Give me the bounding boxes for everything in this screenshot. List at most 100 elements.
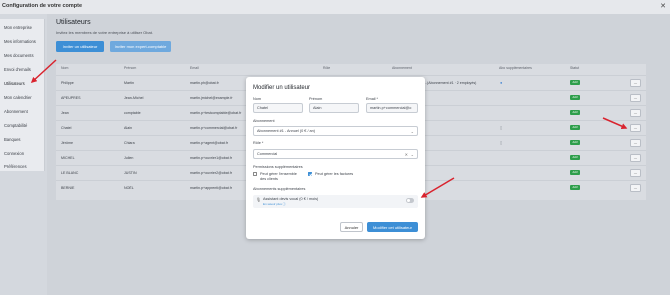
cell-email: martin.p+agent@obat.fr: [190, 141, 228, 145]
column-header-abonnement: Abonnement: [392, 66, 412, 70]
microphone-icon: 🎙: [256, 197, 262, 202]
page-subtitle: Invitez les membres de votre entreprise …: [56, 30, 153, 35]
cell-abonnement: ...(Abonnement #1 · 2 employés): [424, 81, 477, 85]
sidebar-item-calendrier[interactable]: Mon calendrier: [4, 95, 32, 100]
perm-clients-checkbox[interactable]: [253, 172, 257, 176]
cell-prenom: Jean-Michel: [124, 96, 144, 100]
cell-nom: Jean: [61, 111, 69, 115]
sidebar-item-utilisateurs[interactable]: Utilisateurs: [4, 81, 25, 86]
clear-icon[interactable]: ✕: [405, 152, 408, 157]
cancel-button[interactable]: Annuler: [340, 222, 363, 232]
column-header-prenom: Prénom: [124, 66, 137, 70]
table-header: Nom Prénom Email Rôle Abonnement Abo sup…: [56, 64, 646, 72]
perm-factures-label: Peut gérer les factures: [315, 172, 354, 176]
row-actions-button[interactable]: ···: [630, 169, 641, 177]
cell-email: martin.ph@obat.fr: [190, 81, 219, 85]
invite-user-button[interactable]: Inviter un utilisateur: [56, 41, 104, 52]
window-titlebar: Configuration de votre compte ✕: [0, 0, 670, 14]
close-icon[interactable]: ✕: [660, 2, 666, 10]
cell-email: martin.p+ouvrier1@obat.fr: [190, 156, 232, 160]
email-label: Email *: [366, 97, 379, 101]
page-title: Utilisateurs: [56, 19, 91, 26]
nom-field[interactable]: Chatel: [253, 103, 303, 113]
addon-toggle[interactable]: [406, 198, 414, 203]
permissions-label: Permissions supplémentaires: [253, 165, 303, 169]
status-badge: Actif: [570, 110, 580, 115]
status-badge: Actif: [570, 155, 580, 160]
cell-prenom: Chiara: [124, 141, 135, 145]
addons-label: Abonnements supplémentaires: [253, 187, 306, 191]
cell-nom: LE BLANC: [61, 171, 79, 175]
cell-nom: MICHEL: [61, 156, 75, 160]
cell-prenom: comptable: [124, 111, 141, 115]
nom-label: Nom: [253, 97, 262, 101]
cell-nom: BERNIE: [61, 186, 75, 190]
status-badge: Actif: [570, 170, 580, 175]
microphone-icon: ●: [500, 80, 503, 85]
row-actions-button[interactable]: ···: [630, 79, 641, 87]
status-badge: Actif: [570, 95, 580, 100]
sidebar-item-preferences[interactable]: Préférences: [4, 164, 27, 169]
row-actions-button[interactable]: ···: [630, 184, 641, 192]
role-label: Rôle *: [253, 141, 264, 145]
role-select[interactable]: Commercial ✕ ⌄: [253, 149, 418, 159]
cell-prenom: Martin: [124, 81, 134, 85]
email-field[interactable]: martin.p+commercial@o: [366, 103, 418, 113]
row-actions-button[interactable]: ···: [630, 154, 641, 162]
abonnement-select[interactable]: Abonnement #1 - Annuel (0 € / an) ⌄: [253, 126, 418, 136]
window-title: Configuration de votre compte: [2, 3, 83, 9]
row-actions-button[interactable]: ···: [630, 124, 641, 132]
column-header-nom: Nom: [61, 66, 69, 70]
status-badge: Actif: [570, 140, 580, 145]
cell-nom: APEUPRES: [61, 96, 81, 100]
abonnement-label: Abonnement: [253, 119, 275, 123]
cell-prenom: Alain: [124, 126, 132, 130]
perm-factures-checkbox[interactable]: [308, 172, 312, 176]
status-badge: Actif: [570, 125, 580, 130]
prenom-label: Prénom: [309, 97, 323, 101]
column-header-statut: Statut: [570, 66, 580, 70]
sidebar-item-entreprise[interactable]: Mon entreprise: [4, 25, 32, 30]
sidebar-item-informations[interactable]: Mes informations: [4, 39, 36, 44]
sidebar: Mon entreprise Mes informations Mes docu…: [0, 19, 45, 171]
cell-nom: Philippe: [61, 81, 74, 85]
perm-clients-label-2: des clients: [260, 177, 278, 181]
row-actions-button[interactable]: ···: [630, 94, 641, 102]
abonnement-value: Abonnement #1 - Annuel (0 € / an): [257, 129, 316, 133]
sidebar-item-banques[interactable]: Banques: [4, 137, 21, 142]
sidebar-item-abonnement[interactable]: Abonnement: [4, 109, 28, 114]
row-actions-button[interactable]: ···: [630, 139, 641, 147]
cell-prenom: NOËL: [124, 186, 134, 190]
chevron-down-icon: ⌄: [410, 129, 414, 134]
addon-learn-more-link[interactable]: En savoir plus ⓘ: [263, 202, 286, 206]
edit-user-modal: Modifier un utilisateur Nom Chatel Préno…: [246, 77, 425, 239]
cell-nom: Chatel: [61, 126, 72, 130]
cell-email: martin.p+commercial@obat.fr: [190, 126, 238, 130]
submit-button[interactable]: Modifier cet utilisateur: [367, 222, 418, 232]
row-actions-button[interactable]: ···: [630, 109, 641, 117]
microphone-icon: ▯: [500, 140, 503, 145]
prenom-field[interactable]: Alain: [309, 103, 359, 113]
cell-email: martin.p+ouvrier2@obat.fr: [190, 171, 232, 175]
chevron-down-icon: ⌄: [410, 152, 414, 157]
cell-email: martin.p+apprenti@obat.fr: [190, 186, 232, 190]
perm-clients-label: Peut gérer l'ensemble: [260, 172, 297, 176]
addon-item: 🎙 Assistant devis vocal (0 € / mois) En …: [253, 195, 418, 208]
cell-prenom: JUSTIN: [124, 171, 137, 175]
modal-title: Modifier un utilisateur: [253, 85, 311, 91]
cell-email: martin.p+testcomptable@obat.fr: [190, 111, 242, 115]
cell-prenom: Julien: [124, 156, 134, 160]
sidebar-item-connexion[interactable]: Connexion: [4, 151, 24, 156]
column-header-role: Rôle: [323, 66, 331, 70]
status-badge: Actif: [570, 185, 580, 190]
addon-name: Assistant devis vocal (0 € / mois): [263, 197, 319, 201]
cell-email: martin.jmichel@example.fr: [190, 96, 233, 100]
role-value: Commercial: [257, 152, 278, 156]
cell-nom: Jérôme: [61, 141, 73, 145]
column-header-email: Email: [190, 66, 199, 70]
sidebar-item-emails[interactable]: Envoi d'emails: [4, 67, 31, 72]
invite-accountant-button[interactable]: Inviter mon expert-comptable: [110, 41, 171, 52]
column-header-abo-supp: Abo supplémentaires: [499, 66, 532, 70]
sidebar-item-comptabilite[interactable]: Comptabilité: [4, 123, 27, 128]
sidebar-item-documents[interactable]: Mes documents: [4, 53, 34, 58]
